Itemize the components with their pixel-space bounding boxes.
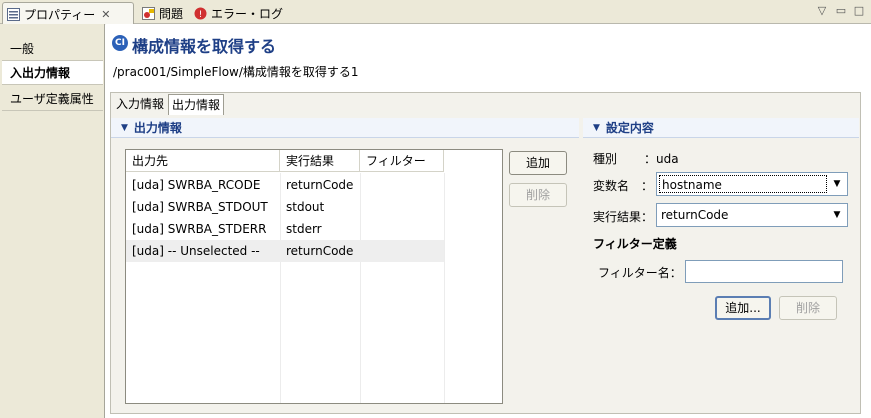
component-icon: CI <box>112 35 128 51</box>
error-log-icon: ! <box>194 7 207 20</box>
svg-text:!: ! <box>199 10 203 20</box>
column-header-destination[interactable]: 出力先 <box>126 150 280 172</box>
cell-filter <box>360 174 366 196</box>
cell-result: stderr <box>286 222 322 236</box>
nav-item-general[interactable]: 一般 <box>2 37 103 61</box>
cell-result: stdout <box>286 200 325 214</box>
cell-destination: [uda] SWRBA_RCODE <box>132 178 261 192</box>
filter-definition-heading: フィルター定義 <box>593 237 677 251</box>
properties-icon <box>7 7 20 21</box>
cell-filter <box>360 240 366 262</box>
resource-path: /prac001/SimpleFlow/構成情報を取得する1 <box>113 65 359 79</box>
tab-properties[interactable]: プロパティー ✕ <box>2 2 134 25</box>
tab-input-info[interactable]: 入力情報 <box>113 94 167 115</box>
table-row[interactable]: [uda] SWRBA_STDERR stderr <box>126 218 444 240</box>
variable-name-label: 変数名 ： <box>593 179 654 193</box>
cell-result: returnCode <box>286 244 354 258</box>
problems-icon <box>142 6 155 20</box>
cell-destination: [uda] SWRBA_STDERR <box>132 222 267 236</box>
cell-destination: [uda] SWRBA_STDOUT <box>132 200 268 214</box>
page-title: 構成情報を取得する <box>132 37 277 56</box>
column-divider <box>444 173 445 403</box>
tab-problems[interactable]: 問題 <box>138 2 188 24</box>
cell-filter <box>360 218 366 240</box>
result-value: returnCode <box>661 208 729 222</box>
cell-destination: [uda] -- Unselected -- <box>132 244 260 258</box>
maximize-icon[interactable]: □ <box>852 4 866 18</box>
column-header-result[interactable]: 実行結果 <box>280 150 360 172</box>
view-menu-icon[interactable]: ▽ <box>815 4 829 18</box>
add-filter-button[interactable]: 追加... <box>715 296 771 320</box>
collapse-triangle-icon: ▼ <box>593 122 600 133</box>
table-row[interactable]: [uda] SWRBA_STDOUT stdout <box>126 196 444 218</box>
minimize-icon[interactable]: ▭ <box>834 4 848 18</box>
cell-filter <box>360 196 366 218</box>
section-title: 設定内容 <box>605 121 654 135</box>
delete-output-button[interactable]: 削除 <box>509 183 567 207</box>
filter-name-input[interactable] <box>685 260 843 283</box>
table-row[interactable]: [uda] SWRBA_RCODE returnCode <box>126 174 444 196</box>
type-label: 種別 <box>593 152 618 166</box>
add-output-button[interactable]: 追加 <box>509 151 567 175</box>
tab-error-log[interactable]: ! エラー・ログ <box>190 2 286 24</box>
section-title: 出力情報 <box>133 121 182 135</box>
nav-item-io-info[interactable]: 入出力情報 <box>2 61 103 85</box>
filter-name-label: フィルター名： <box>598 266 682 280</box>
collapse-triangle-icon: ▼ <box>121 122 128 133</box>
cell-result: returnCode <box>286 178 354 192</box>
nav-item-user-attributes[interactable]: ユーザ定義属性 <box>2 87 103 111</box>
tab-label: 問題 <box>159 6 184 21</box>
column-header-filter[interactable]: フィルター <box>360 150 444 172</box>
tab-output-info[interactable]: 出力情報 <box>168 94 225 115</box>
type-value: ：uda <box>644 152 679 166</box>
close-icon[interactable]: ✕ <box>101 8 110 21</box>
dropdown-arrow-icon[interactable]: ▼ <box>829 206 845 224</box>
output-section-header[interactable]: ▼ 出力情報 <box>111 118 579 138</box>
settings-section-header[interactable]: ▼ 設定内容 <box>583 118 859 138</box>
table-row-selected[interactable]: [uda] -- Unselected -- returnCode <box>126 240 444 262</box>
dropdown-arrow-icon[interactable]: ▼ <box>829 175 845 193</box>
tab-label: プロパティー <box>24 7 96 22</box>
result-select[interactable]: returnCode ▼ <box>656 203 848 227</box>
result-label: 実行結果： <box>593 210 654 224</box>
tab-label: エラー・ログ <box>211 6 284 21</box>
variable-name-value: hostname <box>659 175 827 193</box>
delete-filter-button[interactable]: 削除 <box>779 296 837 320</box>
variable-name-select[interactable]: hostname ▼ <box>656 172 848 196</box>
